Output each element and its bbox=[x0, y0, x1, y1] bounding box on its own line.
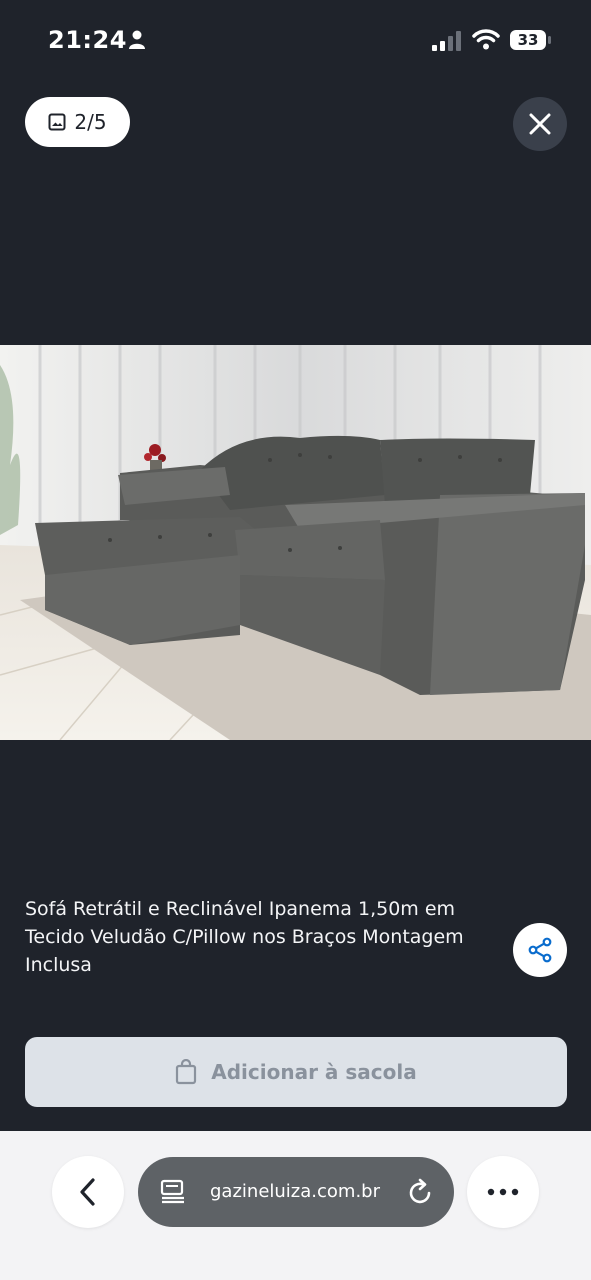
product-image[interactable] bbox=[0, 345, 591, 740]
close-button[interactable] bbox=[513, 97, 567, 151]
status-time: 21:24 bbox=[48, 26, 127, 54]
status-bar: 21:24 33 bbox=[0, 0, 591, 80]
wifi-icon bbox=[472, 29, 500, 50]
page-icon bbox=[160, 1179, 184, 1204]
image-icon bbox=[48, 113, 66, 131]
address-bar[interactable]: gazineluiza.com.br bbox=[138, 1157, 454, 1227]
reload-icon[interactable] bbox=[408, 1178, 434, 1206]
add-to-bag-label: Adicionar à sacola bbox=[211, 1060, 417, 1084]
add-to-bag-button[interactable]: Adicionar à sacola bbox=[25, 1037, 567, 1107]
product-title: Sofá Retrátil e Reclinável Ipanema 1,50m… bbox=[25, 898, 464, 976]
gallery-counter: 2/5 bbox=[25, 97, 130, 147]
close-icon bbox=[529, 113, 551, 135]
more-icon bbox=[487, 1188, 519, 1196]
battery-level: 33 bbox=[517, 31, 539, 49]
person-icon bbox=[129, 30, 145, 49]
more-button[interactable] bbox=[467, 1156, 539, 1228]
url-text: gazineluiza.com.br bbox=[210, 1181, 380, 1202]
sofa-photo bbox=[0, 345, 591, 740]
battery-icon: 33 bbox=[510, 29, 552, 51]
share-icon bbox=[528, 937, 552, 963]
shopping-bag-icon bbox=[176, 1059, 197, 1085]
chevron-left-icon bbox=[80, 1178, 95, 1206]
back-button[interactable] bbox=[52, 1156, 124, 1228]
share-button[interactable] bbox=[513, 923, 567, 977]
signal-icon bbox=[432, 31, 461, 51]
gallery-counter-label: 2/5 bbox=[74, 110, 107, 134]
